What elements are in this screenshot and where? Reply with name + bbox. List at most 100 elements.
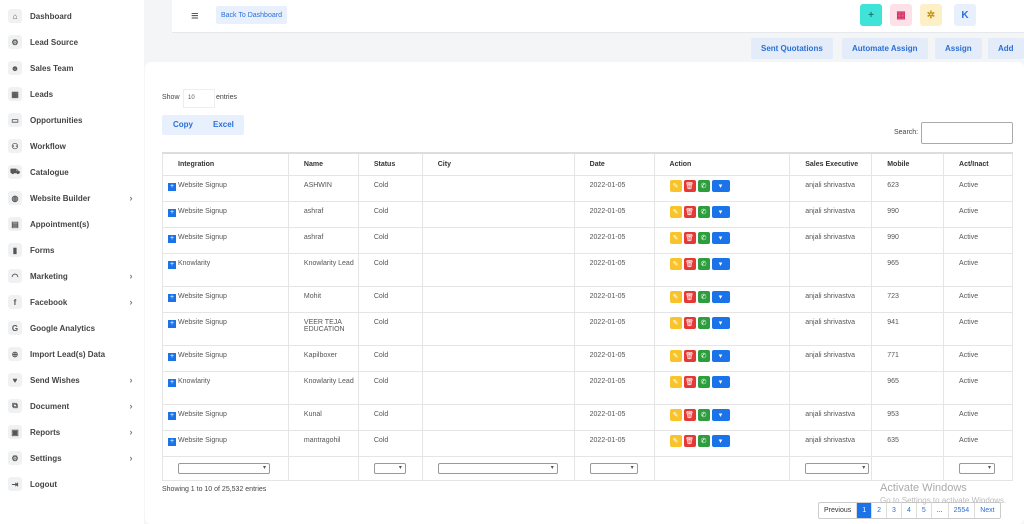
sidebar-item-lead-source[interactable]: ⚙ Lead Source — [0, 29, 144, 55]
sidebar-item-sales-team[interactable]: ☻ Sales Team — [0, 55, 144, 81]
sidebar-item-forms[interactable]: ▮ Forms — [0, 237, 144, 263]
back-to-dashboard-button[interactable]: Back To Dashboard — [216, 6, 287, 24]
sidebar-item-document[interactable]: ⧉ Document › — [0, 393, 144, 419]
sidebar-item-website-builder[interactable]: ◍ Website Builder › — [0, 185, 144, 211]
column-filter-select[interactable]: ▾ — [805, 462, 870, 474]
expand-row-icon[interactable]: + — [168, 234, 176, 243]
delete-icon[interactable]: 🗑 — [683, 408, 696, 421]
add-button[interactable]: Add — [988, 38, 1024, 59]
whatsapp-icon[interactable]: ✆ — [697, 316, 710, 329]
expand-row-icon[interactable]: + — [168, 319, 176, 328]
whatsapp-icon[interactable]: ✆ — [697, 349, 710, 362]
column-filter-select[interactable]: ▾ — [589, 462, 638, 474]
column-header-sales-executive[interactable]: Sales Executive — [789, 152, 873, 176]
sidebar-item-send-wishes[interactable]: ♥ Send Wishes › — [0, 367, 144, 393]
sent-quotations-button[interactable]: Sent Quotations — [751, 38, 833, 59]
edit-icon[interactable]: ✎ — [669, 316, 682, 329]
sidebar-item-import-lead-s-data[interactable]: ⊕ Import Lead(s) Data — [0, 341, 144, 367]
automate-assign-button[interactable]: Automate Assign — [842, 38, 928, 59]
sidebar-item-workflow[interactable]: ⚇ Workflow — [0, 133, 144, 159]
sidebar-item-catalogue[interactable]: ⛟ Catalogue — [0, 159, 144, 185]
more-dropdown-icon[interactable]: ▾ — [711, 434, 730, 447]
whatsapp-icon[interactable]: ✆ — [697, 231, 710, 244]
delete-icon[interactable]: 🗑 — [683, 316, 696, 329]
more-dropdown-icon[interactable]: ▾ — [711, 290, 730, 303]
whatsapp-icon[interactable]: ✆ — [697, 179, 710, 192]
delete-icon[interactable]: 🗑 — [683, 205, 696, 218]
edit-icon[interactable]: ✎ — [669, 205, 682, 218]
add-icon[interactable]: + — [860, 4, 882, 26]
delete-icon[interactable]: 🗑 — [683, 231, 696, 244]
column-header-act-inact[interactable]: Act/Inact — [943, 152, 1013, 176]
expand-row-icon[interactable]: + — [168, 352, 176, 361]
next-page-button[interactable]: Next — [975, 503, 999, 518]
edit-icon[interactable]: ✎ — [669, 349, 682, 362]
sidebar-item-logout[interactable]: ⇥ Logout — [0, 471, 144, 497]
copy-button[interactable]: Copy — [173, 120, 193, 129]
page-button[interactable]: 3 — [887, 503, 902, 518]
edit-icon[interactable]: ✎ — [669, 408, 682, 421]
more-dropdown-icon[interactable]: ▾ — [711, 231, 730, 244]
sidebar-item-facebook[interactable]: f Facebook › — [0, 289, 144, 315]
sidebar-item-leads[interactable]: ▦ Leads — [0, 81, 144, 107]
delete-icon[interactable]: 🗑 — [683, 290, 696, 303]
expand-row-icon[interactable]: + — [168, 182, 176, 191]
column-header-date[interactable]: Date — [573, 152, 655, 176]
column-header-city[interactable]: City — [421, 152, 575, 176]
more-dropdown-icon[interactable]: ▾ — [711, 408, 730, 421]
assign-button[interactable]: Assign — [935, 38, 982, 59]
delete-icon[interactable]: 🗑 — [683, 349, 696, 362]
expand-row-icon[interactable]: + — [168, 293, 176, 302]
more-dropdown-icon[interactable]: ▾ — [711, 316, 730, 329]
sidebar-item-marketing[interactable]: ◠ Marketing › — [0, 263, 144, 289]
whatsapp-icon[interactable]: ✆ — [697, 375, 710, 388]
edit-icon[interactable]: ✎ — [669, 375, 682, 388]
user-avatar[interactable]: K — [954, 4, 976, 26]
more-dropdown-icon[interactable]: ▾ — [711, 375, 730, 388]
grid-icon[interactable]: ▦ — [890, 4, 912, 26]
previous-page-button[interactable]: Previous — [819, 503, 858, 518]
page-button[interactable]: 2 — [872, 503, 888, 518]
column-filter-select[interactable]: ▾ — [437, 462, 558, 474]
expand-row-icon[interactable]: + — [168, 208, 176, 217]
column-header-action[interactable]: Action — [653, 152, 791, 176]
search-input[interactable] — [921, 122, 1013, 144]
sidebar-item-reports[interactable]: ▣ Reports › — [0, 419, 144, 445]
sidebar-item-appointment-s-[interactable]: ▤ Appointment(s) — [0, 211, 144, 237]
column-header-mobile[interactable]: Mobile — [871, 152, 945, 176]
edit-icon[interactable]: ✎ — [669, 231, 682, 244]
sidebar-item-dashboard[interactable]: ⌂ Dashboard — [0, 3, 144, 29]
edit-icon[interactable]: ✎ — [669, 179, 682, 192]
expand-row-icon[interactable]: + — [168, 411, 176, 420]
sidebar-item-google-analytics[interactable]: G Google Analytics — [0, 315, 144, 341]
page-button[interactable]: 5 — [917, 503, 932, 518]
whatsapp-icon[interactable]: ✆ — [697, 205, 710, 218]
delete-icon[interactable]: 🗑 — [683, 434, 696, 447]
whatsapp-icon[interactable]: ✆ — [697, 290, 710, 303]
sidebar-item-settings[interactable]: ⚙ Settings › — [0, 445, 144, 471]
column-filter-select[interactable]: ▾ — [373, 462, 406, 474]
column-filter-select[interactable]: ▾ — [178, 462, 270, 474]
sidebar-item-opportunities[interactable]: ▭ Opportunities — [0, 107, 144, 133]
entries-per-page-select[interactable]: 10 — [183, 89, 215, 108]
more-dropdown-icon[interactable]: ▾ — [711, 257, 730, 270]
whatsapp-icon[interactable]: ✆ — [697, 434, 710, 447]
more-dropdown-icon[interactable]: ▾ — [711, 205, 730, 218]
settings-icon[interactable]: ✲ — [920, 4, 942, 26]
whatsapp-icon[interactable]: ✆ — [697, 408, 710, 421]
page-button[interactable]: 1 — [857, 503, 873, 518]
hamburger-menu-icon[interactable]: ≡ — [191, 8, 199, 23]
column-header-name[interactable]: Name — [287, 152, 359, 176]
more-dropdown-icon[interactable]: ▾ — [711, 179, 730, 192]
more-dropdown-icon[interactable]: ▾ — [711, 349, 730, 362]
edit-icon[interactable]: ✎ — [669, 257, 682, 270]
expand-row-icon[interactable]: + — [168, 378, 176, 387]
edit-icon[interactable]: ✎ — [669, 290, 682, 303]
delete-icon[interactable]: 🗑 — [683, 257, 696, 270]
page-button[interactable]: 2554 — [949, 503, 976, 518]
delete-icon[interactable]: 🗑 — [683, 375, 696, 388]
column-header-status[interactable]: Status — [357, 152, 423, 176]
page-button[interactable]: 4 — [902, 503, 917, 518]
column-header-integration[interactable]: Integration — [162, 152, 289, 176]
excel-button[interactable]: Excel — [213, 120, 234, 129]
